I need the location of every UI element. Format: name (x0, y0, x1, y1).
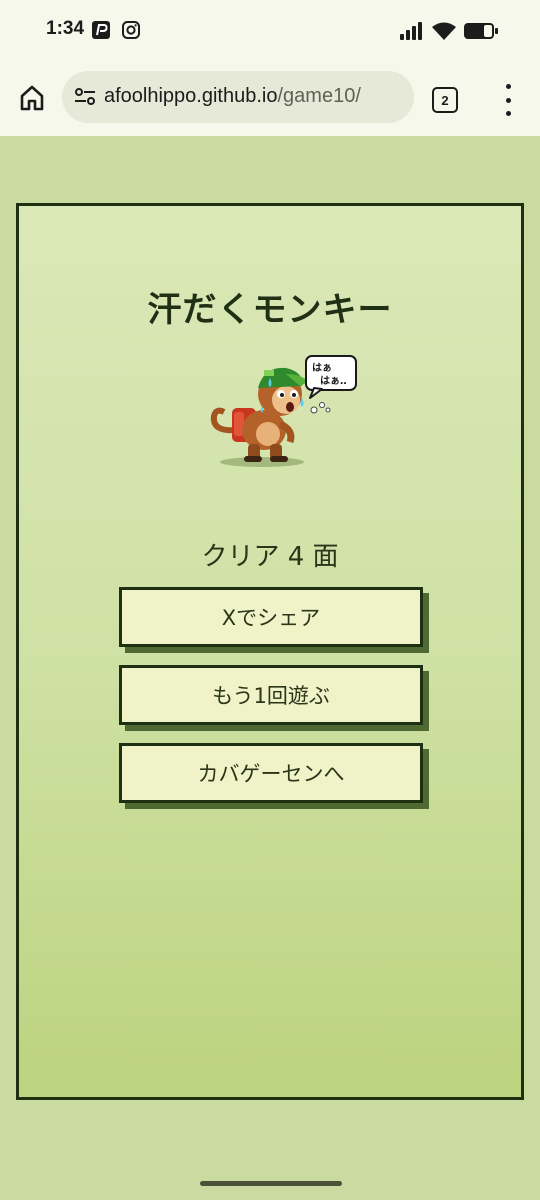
game-panel: 汗だくモンキー はぁ はぁ‥ クリア 4 面 Xでシェア もう1回遊ぶ カバゲー… (16, 203, 524, 1100)
dot-icon (505, 111, 511, 116)
dot-icon (505, 97, 511, 103)
home-button[interactable] (16, 82, 48, 114)
url-host: afoolhippo.github.io (104, 85, 278, 107)
dot-icon (505, 84, 511, 89)
browser-toolbar: afoolhippo.github.io/game10/ 2 (0, 62, 540, 136)
game-title: 汗だくモンキー (147, 290, 393, 330)
site-settings-icon[interactable] (74, 86, 96, 108)
paypay-icon (92, 21, 110, 39)
tab-switcher-button[interactable]: 2 (432, 87, 458, 113)
url-text: afoolhippo.github.io/game10/ (104, 85, 361, 108)
clear-count-text: クリア 4 面 (201, 542, 339, 572)
status-bar: 1:34 (0, 0, 540, 62)
share-on-x-button[interactable]: Xでシェア (119, 587, 423, 647)
battery-icon (464, 23, 498, 39)
url-bar[interactable]: afoolhippo.github.io/game10/ (62, 71, 414, 123)
home-icon (20, 85, 44, 111)
status-indicators (400, 20, 498, 42)
go-to-game-center-button[interactable]: カバゲーセンへ (119, 743, 423, 803)
url-path: /game10/ (277, 85, 361, 107)
speech-line-1: はぁ (312, 362, 332, 374)
cellular-signal-icon (400, 22, 422, 40)
status-time: 1:34 (46, 18, 85, 39)
speech-line-2: はぁ‥ (320, 375, 347, 387)
sweaty-monkey-sprite: はぁ はぁ‥ (210, 355, 357, 467)
gesture-home-indicator[interactable] (200, 1181, 342, 1186)
more-menu-button[interactable] (496, 84, 520, 116)
play-again-button[interactable]: もう1回遊ぶ (119, 665, 423, 725)
instagram-icon (122, 21, 140, 39)
wifi-icon (432, 22, 456, 40)
